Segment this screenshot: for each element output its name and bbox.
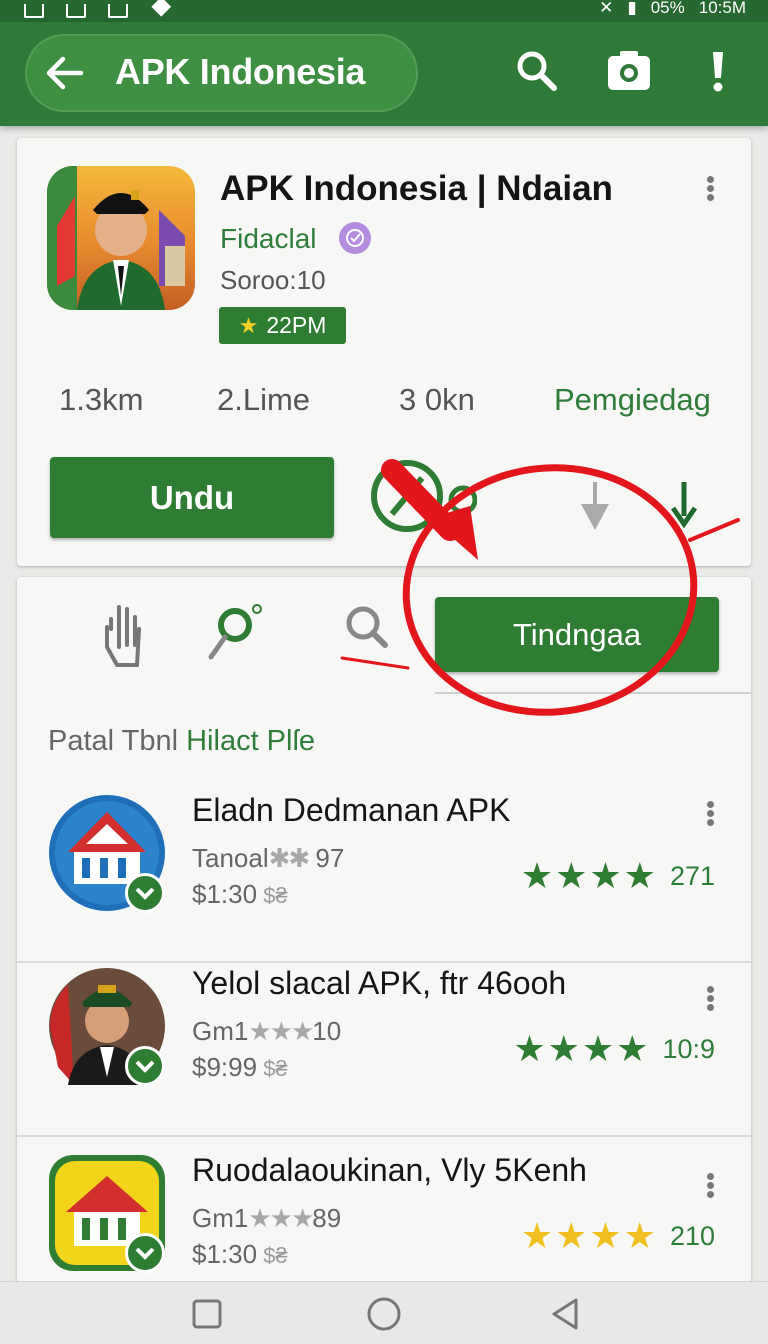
apps-list-card: Tindngaa Patal Tbnl Hilact Plſe Eladn De… [17, 577, 751, 1287]
list-item[interactable]: Ruodalaoukinan, Vly 5Kenh Gm1★★★89 $1:30… [17, 1137, 751, 1287]
stat-size: 3 0kn [399, 382, 475, 417]
search-icon[interactable] [512, 42, 562, 98]
star-icon: ★ [238, 312, 259, 338]
item-price: $1:30 $₴ [192, 1239, 288, 1270]
rating-stars-icon: ★★★★ [520, 1215, 658, 1256]
item-meta-label: Gm1 [192, 1203, 249, 1233]
rating-stars-icon: ★★★★ [520, 855, 658, 896]
install-button[interactable]: Undu [50, 457, 334, 538]
recents-icon[interactable] [187, 1294, 227, 1334]
item-title: Eladn Dedmanan APK [192, 792, 511, 828]
download-icon[interactable] [669, 480, 699, 528]
stat-category[interactable]: Pemgiedag [554, 382, 711, 418]
item-price-value: $1:30 [192, 879, 258, 909]
navigation-bar [0, 1281, 768, 1344]
check-icon [125, 1233, 165, 1273]
app-score: Soroo:10 [220, 265, 326, 295]
gallery-notification-icon [108, 4, 128, 18]
clock: 10:5M [698, 0, 746, 17]
stats-row: 1.3km 2.Lime 3 0kn Pemgiedag [17, 382, 751, 422]
rating-stars-icon: ★★★★ [513, 1028, 651, 1069]
title-pill: APK Indonesia [25, 34, 418, 112]
download-arrow-icon[interactable] [577, 480, 613, 534]
back-nav-icon[interactable] [546, 1294, 586, 1334]
item-price: $9:99 $₴ [192, 1052, 288, 1083]
more-vert-icon[interactable] [705, 799, 715, 829]
arrow-left-icon[interactable] [45, 54, 85, 92]
more-vert-icon[interactable] [705, 1171, 715, 1201]
list-item[interactable]: Yelol slacal APK, ftr 46ooh Gm1★★★10 $9:… [17, 950, 751, 1137]
rating-count: 271 [669, 860, 715, 891]
primary-action-button[interactable]: Tindngaa [435, 597, 719, 672]
home-icon[interactable] [364, 1294, 404, 1334]
item-rating: ★★★★ 210 [521, 1215, 715, 1257]
section-title-accent[interactable]: Hilact Plſe [186, 725, 315, 757]
list-item[interactable]: Eladn Dedmanan APK Tanoal✱✱ 97 $1:30 $₴ … [17, 777, 751, 963]
item-meta-stars: ★★★ [248, 1016, 314, 1046]
mute-icon: ✕ [599, 0, 614, 17]
check-icon [125, 873, 165, 913]
item-meta-label: Tanoal [192, 843, 269, 873]
page-title: APK Indonesia [115, 51, 366, 92]
item-meta: Tanoal✱✱ 97 [192, 843, 344, 874]
item-price-suffix: $₴ [257, 883, 288, 908]
rating-badge: ★ 22PM [219, 307, 346, 344]
stat-downloads: 1.3km [59, 382, 144, 417]
more-vert-icon[interactable] [705, 984, 715, 1014]
item-price-suffix: $₴ [257, 1243, 288, 1268]
item-meta-stars: ✱✱ [268, 843, 311, 873]
status-bar: ✕ ▮ 05% 10:5M [0, 0, 768, 22]
app-notification-icon [151, 0, 172, 17]
stat-time: 2.Lime [217, 382, 311, 417]
item-rating: ★★★★ 10:9 [513, 1028, 715, 1070]
search-icon[interactable] [337, 599, 397, 673]
item-title: Yelol slacal APK, ftr 46ooh [192, 965, 567, 1001]
item-price: $1:30 $₴ [192, 879, 288, 910]
divider [435, 692, 751, 694]
item-meta: Gm1★★★10 [192, 1016, 341, 1047]
item-meta-label: Gm1 [192, 1016, 249, 1046]
app-name: APK Indonesia | Ndaian [220, 169, 613, 208]
item-meta-stars: ★★★ [248, 1203, 314, 1233]
app-bar: APK Indonesia [0, 22, 768, 126]
camera-icon[interactable] [604, 42, 654, 98]
item-meta-count: 89 [312, 1203, 342, 1233]
item-price-value: $1:30 [192, 1239, 258, 1269]
rating-badge-text: 22PM [266, 312, 327, 338]
file-notification-icon [66, 4, 86, 18]
exclamation-icon[interactable] [693, 42, 743, 98]
item-title: Ruodalaoukinan, Vly 5Kenh [192, 1152, 587, 1188]
pin-icon[interactable] [205, 599, 265, 673]
verified-icon [339, 222, 371, 254]
signal-icon: ▮ [627, 0, 637, 17]
developer-link[interactable]: Fidaclal [220, 223, 316, 255]
battery-percent: 05% [650, 0, 685, 17]
item-rating: ★★★★ 271 [521, 855, 715, 897]
item-meta: Gm1★★★89 [192, 1203, 341, 1234]
section-title-plain: Patal Tbnl [48, 725, 187, 757]
more-vert-icon[interactable] [705, 174, 715, 204]
item-price-suffix: $₴ [257, 1056, 288, 1081]
rating-count: 10:9 [662, 1033, 715, 1064]
item-meta-count: 10 [312, 1016, 342, 1046]
block-icon[interactable] [367, 456, 477, 534]
section-title: Patal Tbnl Hilact Plſe [48, 725, 315, 758]
item-price-value: $9:99 [192, 1052, 258, 1082]
rating-count: 210 [669, 1220, 715, 1251]
status-notification-icons [24, 0, 172, 18]
item-meta-count: 97 [308, 843, 345, 873]
check-icon [125, 1046, 165, 1086]
hand-icon[interactable] [95, 599, 155, 673]
app-detail-card: APK Indonesia | Ndaian Fidaclal Soroo:10… [17, 138, 751, 566]
app-logo-icon [47, 166, 195, 310]
image-notification-icon [24, 4, 44, 18]
